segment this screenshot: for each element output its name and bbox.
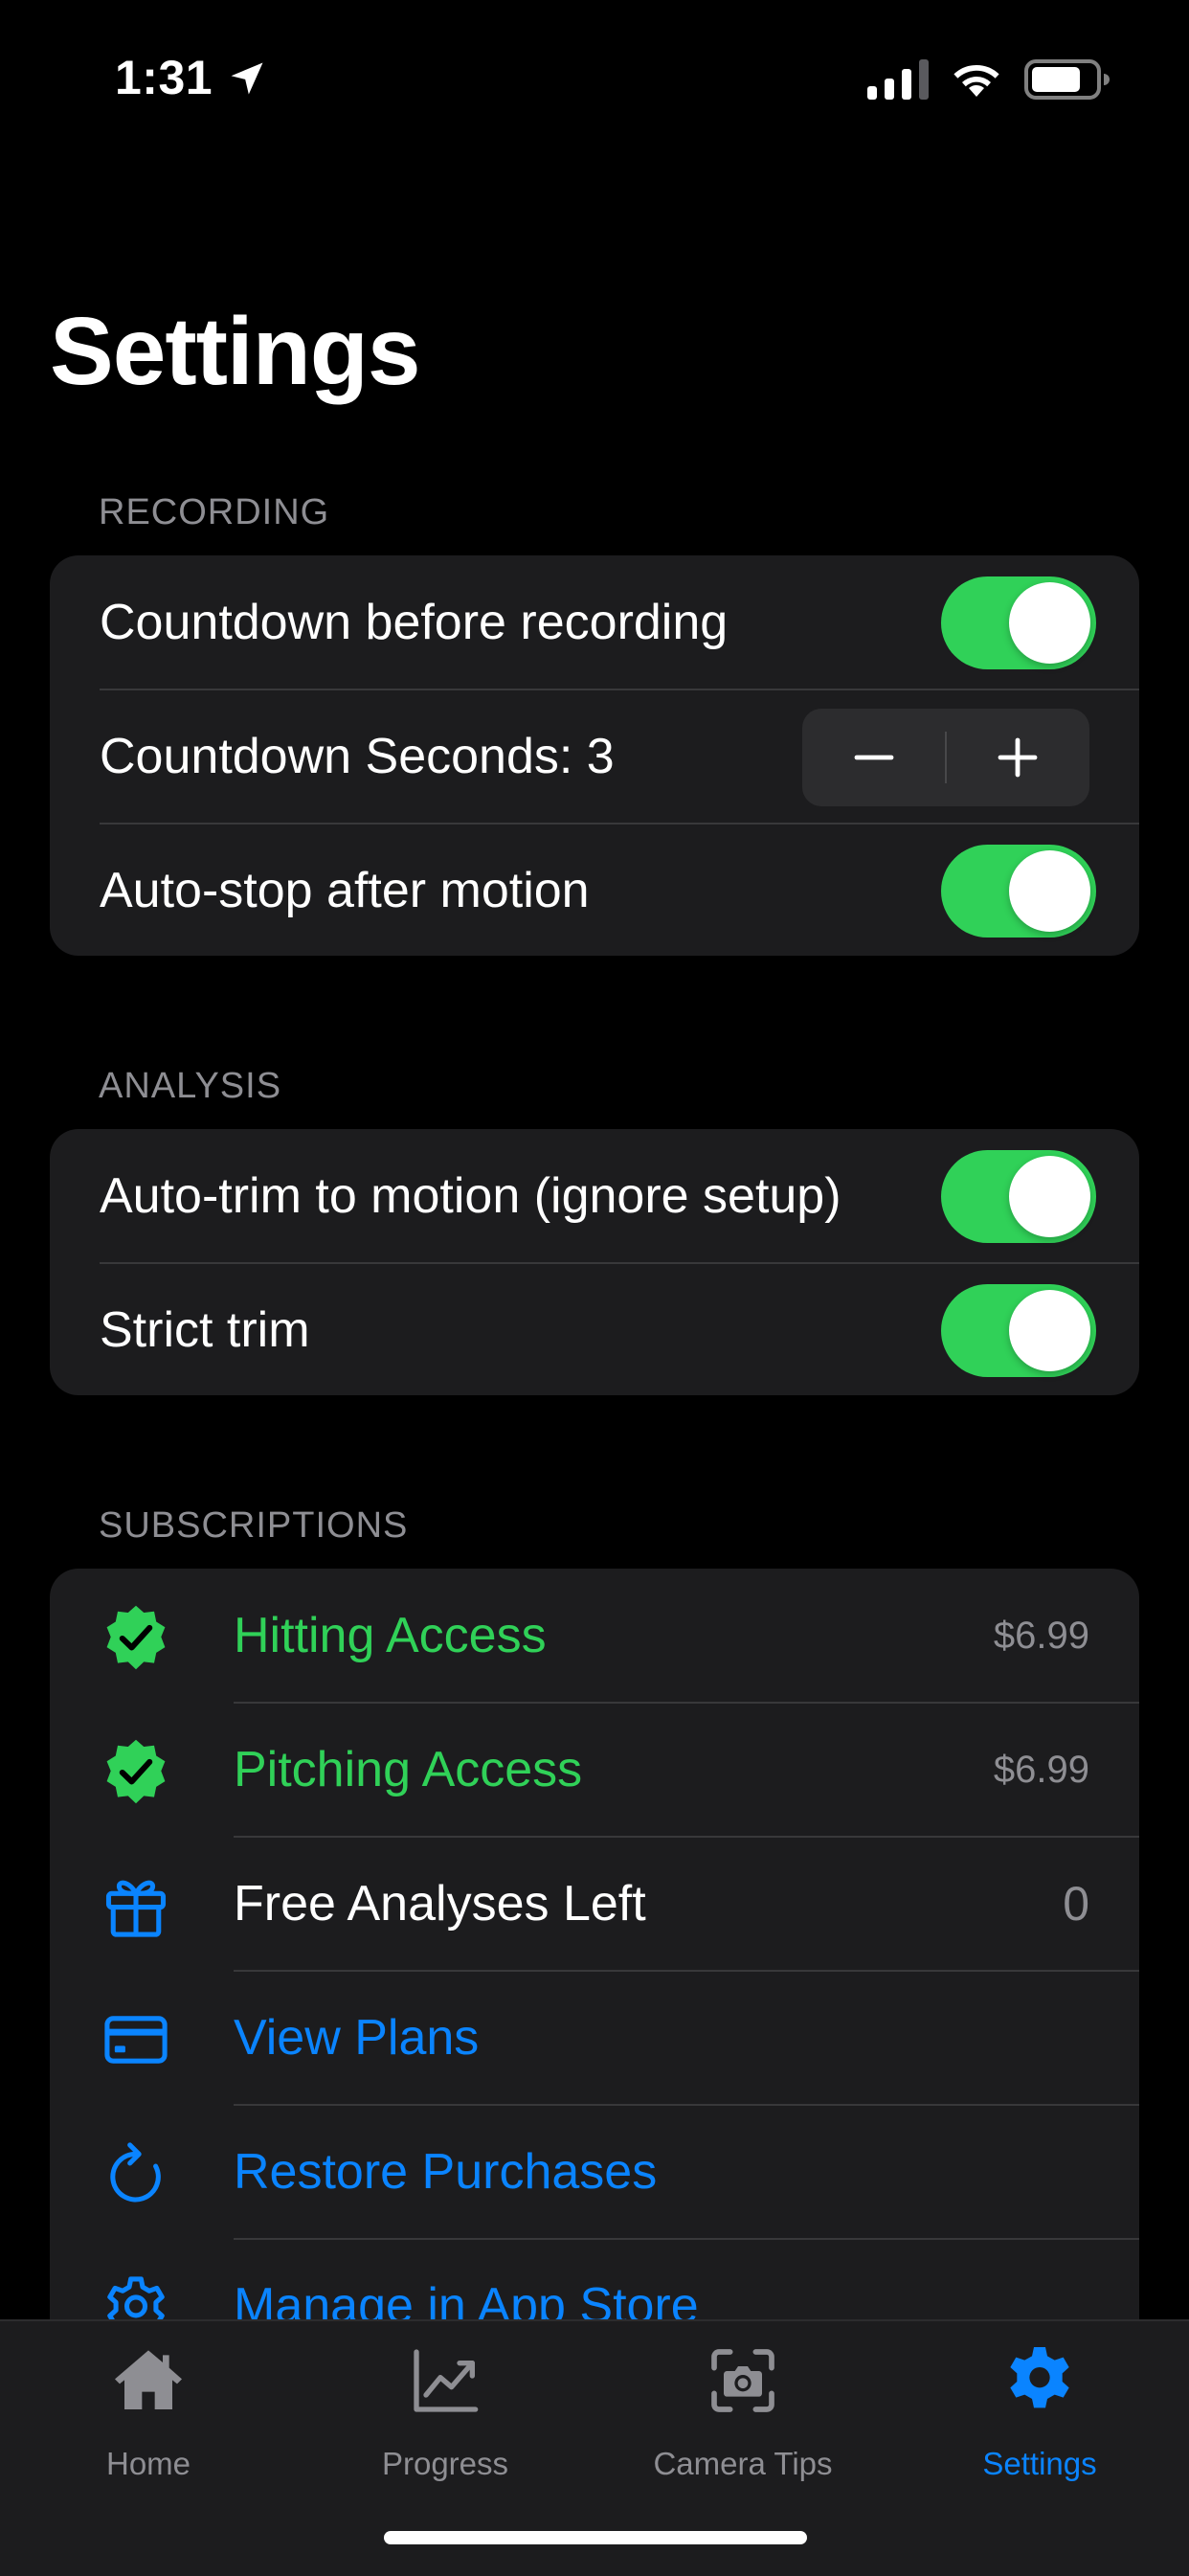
cellular-signal-icon <box>867 59 929 100</box>
pitching-access-price: $6.99 <box>993 1749 1089 1791</box>
status-bar: 1:31 <box>0 0 1189 158</box>
subscriptions-group: Hitting Access $6.99 Pitching Access $6.… <box>50 1569 1139 2392</box>
hitting-access-row[interactable]: Hitting Access $6.99 <box>50 1569 1139 1703</box>
pitching-access-label: Pitching Access <box>234 1742 583 1797</box>
tab-label: Camera Tips <box>653 2446 833 2481</box>
chart-icon <box>414 2349 479 2412</box>
status-time: 1:31 <box>115 51 213 104</box>
plus-icon <box>998 737 1038 778</box>
hitting-access-label: Hitting Access <box>234 1608 547 1663</box>
restore-icon <box>110 2142 161 2203</box>
tab-settings[interactable]: Settings <box>891 2321 1188 2513</box>
countdown-row: Countdown before recording <box>50 555 1139 689</box>
countdown-seconds-stepper <box>802 709 1089 806</box>
toggle-knob <box>1009 1290 1090 1371</box>
tab-camera-tips[interactable]: Camera Tips <box>594 2321 891 2513</box>
restore-purchases-link: Restore Purchases <box>234 2144 658 2200</box>
toggle-knob <box>1009 582 1090 664</box>
gift-icon <box>105 1880 167 1937</box>
page-title: Settings <box>50 298 420 405</box>
home-indicator <box>384 2531 807 2544</box>
location-arrow-icon <box>231 62 263 95</box>
recording-section-header: RECORDING <box>99 492 330 532</box>
countdown-toggle[interactable] <box>941 576 1096 669</box>
countdown-seconds-row: Countdown Seconds: 3 <box>50 689 1139 824</box>
analysis-group: Auto-trim to motion (ignore setup) Stric… <box>50 1129 1139 1395</box>
autostop-row: Auto-stop after motion <box>50 824 1139 956</box>
strict-trim-row: Strict trim <box>50 1263 1139 1395</box>
view-plans-row[interactable]: View Plans <box>50 1971 1139 2105</box>
autotrim-row: Auto-trim to motion (ignore setup) <box>50 1129 1139 1263</box>
pitching-access-row[interactable]: Pitching Access $6.99 <box>50 1703 1139 1837</box>
toggle-knob <box>1009 1156 1090 1237</box>
checkmark-seal-icon <box>106 1605 166 1670</box>
toggle-knob <box>1009 850 1090 932</box>
free-analyses-row: Free Analyses Left 0 <box>50 1837 1139 1971</box>
countdown-label: Countdown before recording <box>100 595 729 650</box>
countdown-seconds-label: Countdown Seconds: 3 <box>100 729 615 784</box>
autostop-toggle[interactable] <box>941 845 1096 938</box>
tab-label: Home <box>105 2446 191 2481</box>
minus-icon <box>854 755 894 760</box>
autotrim-label: Auto-trim to motion (ignore setup) <box>100 1168 841 1224</box>
hitting-access-price: $6.99 <box>993 1615 1089 1657</box>
gear-icon <box>1010 2347 1069 2408</box>
home-icon <box>115 2350 182 2409</box>
subscriptions-section-header: SUBSCRIPTIONS <box>99 1505 409 1546</box>
decrement-button[interactable] <box>802 709 946 806</box>
wifi-icon <box>953 64 999 97</box>
checkmark-seal-icon <box>106 1739 166 1804</box>
tab-label: Settings <box>982 2446 1097 2481</box>
tab-home[interactable]: Home <box>0 2321 297 2513</box>
credit-card-icon <box>104 2016 168 2064</box>
analysis-section-header: ANALYSIS <box>99 1066 282 1106</box>
tab-label: Progress <box>381 2446 509 2481</box>
tab-progress[interactable]: Progress <box>297 2321 594 2513</box>
strict-trim-toggle[interactable] <box>941 1284 1096 1377</box>
strict-trim-label: Strict trim <box>100 1302 310 1358</box>
view-plans-link: View Plans <box>234 2010 480 2066</box>
free-analyses-label: Free Analyses Left <box>234 1876 646 1932</box>
restore-purchases-row[interactable]: Restore Purchases <box>50 2105 1139 2239</box>
autotrim-toggle[interactable] <box>941 1150 1096 1243</box>
free-analyses-count: 0 <box>1063 1877 1089 1931</box>
increment-button[interactable] <box>946 709 1089 806</box>
recording-group: Countdown before recording Countdown Sec… <box>50 555 1139 956</box>
autostop-label: Auto-stop after motion <box>100 863 590 918</box>
battery-icon <box>1024 59 1110 100</box>
camera-icon <box>711 2349 774 2412</box>
